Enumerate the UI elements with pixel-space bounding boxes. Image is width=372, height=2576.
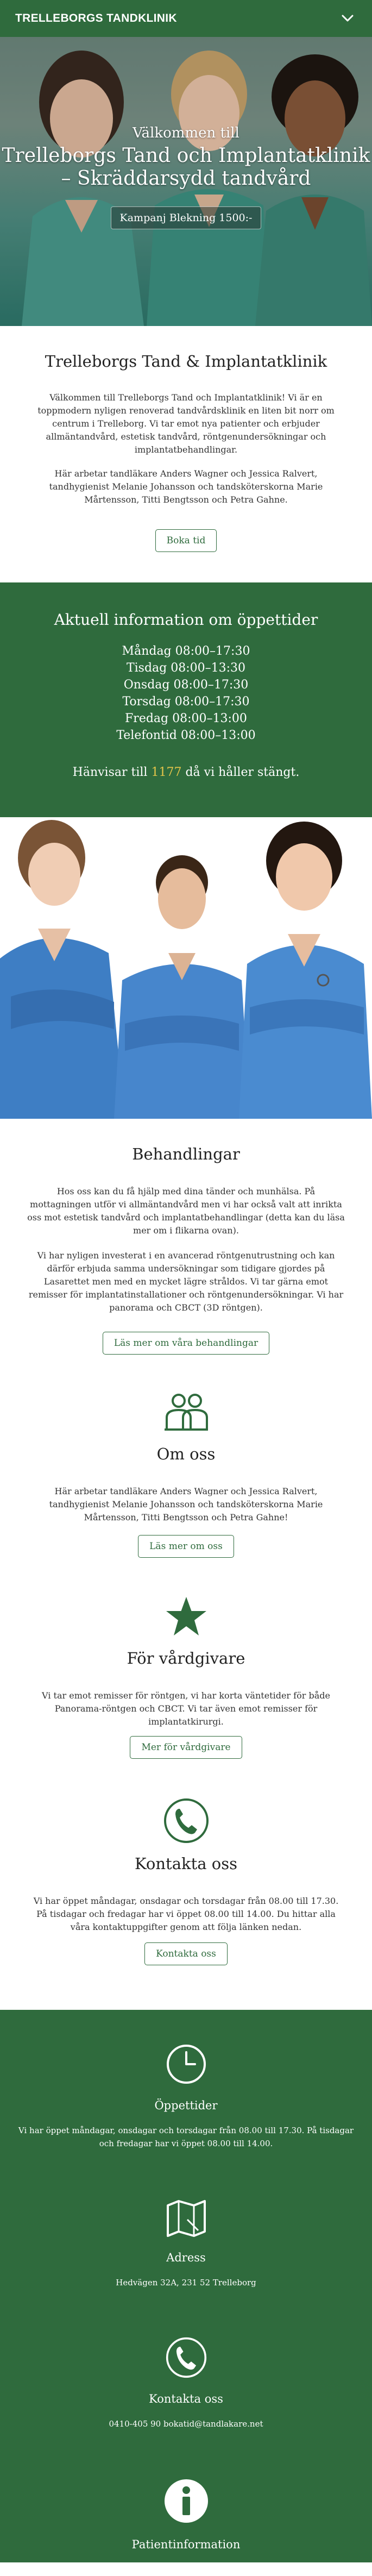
treatments-heading: Behandlingar	[132, 1145, 240, 1163]
footer: Öppettider Vi har öppet måndagar, onsdag…	[0, 2010, 372, 2574]
people-icon	[164, 1394, 208, 1431]
footer-contact-title: Kontakta oss	[149, 2392, 223, 2405]
treatments-section: Behandlingar Hos oss kan du få hjälp med…	[0, 1119, 372, 1355]
phone-1177-link[interactable]: 1177	[151, 766, 181, 779]
menu-toggle-button[interactable]	[338, 9, 357, 28]
hero-title-line2: – Skräddarsydd tandvård	[61, 167, 311, 190]
hours-list: Måndag 08:00–17:30 Tisdag 08:00–13:30 On…	[11, 643, 361, 744]
caregivers-heading: För vårdgivare	[127, 1649, 245, 1668]
caregivers-text: Vi tar emot remisser för röntgen, vi har…	[42, 1690, 330, 1727]
chevron-down-icon	[342, 15, 354, 22]
intro-heading: Trelleborgs Tand & Implantatklinik	[45, 352, 327, 371]
hours-line: Fredag 08:00–13:00	[125, 712, 247, 725]
contact-button[interactable]: Kontakta oss	[144, 1942, 228, 1965]
site-brand[interactable]: TRELLEBORGS TANDKLINIK	[15, 12, 177, 25]
caregivers-section: För vårdgivare Vi tar emot remisser för …	[0, 1558, 372, 1759]
hours-line: Onsdag 08:00–17:30	[123, 678, 249, 692]
closed-note: Hänvisar till 1177 då vi håller stängt.	[11, 766, 361, 779]
footer-address-text: Hedvägen 32A, 231 52 Trelleborg	[116, 2278, 256, 2287]
closed-note-before: Hänvisar till	[72, 766, 152, 779]
footer-patient-info-title: Patientinformation	[131, 2538, 241, 2551]
contact-section: Kontakta oss Vi har öppet måndagar, onsd…	[0, 1759, 372, 2010]
about-read-more-button[interactable]: Läs mer om oss	[138, 1535, 234, 1558]
intro-paragraph-2: Här arbetar tandläkare Anders Wagner och…	[49, 468, 323, 505]
contact-text: Vi har öppet måndagar, onsdagar och tors…	[33, 1896, 339, 1932]
closed-note-after: då vi håller stängt.	[181, 766, 300, 779]
about-heading: Om oss	[156, 1445, 216, 1463]
about-text: Här arbetar tandläkare Anders Wagner och…	[49, 1486, 323, 1522]
intro-paragraph-1: Välkommen till Trelleborgs Tand och Impl…	[37, 392, 335, 455]
top-bar: TRELLEBORGS TANDKLINIK	[0, 0, 372, 37]
caregivers-more-button[interactable]: Mer för vårdgivare	[130, 1736, 242, 1759]
patient-info-link[interactable]: Läs mer om vår Patientinformation här >>	[16, 2563, 356, 2576]
contact-heading: Kontakta oss	[135, 1854, 237, 1873]
hero-welcome-text: Välkommen till	[133, 125, 239, 141]
footer-contact-text[interactable]: 0410-405 90 bokatid@tandlakare.net	[16, 2417, 356, 2430]
footer-opening-hours: Öppettider Vi har öppet måndagar, onsdag…	[16, 2044, 356, 2150]
opening-hours-section: Aktuell information om öppettider Måndag…	[0, 582, 372, 817]
team-photo	[0, 817, 372, 1119]
hours-line: Tisdag 08:00–13:30	[126, 661, 246, 675]
footer-opening-hours-title: Öppettider	[154, 2099, 218, 2112]
clock-icon	[166, 2045, 206, 2084]
footer-address: Adress Hedvägen 32A, 231 52 Trelleborg	[16, 2198, 356, 2289]
treatments-paragraph-2: Vi har nyligen investerat i en avancerad…	[28, 1250, 344, 1313]
hero-section: Välkommen till Trelleborgs Tand och Impl…	[0, 37, 372, 326]
campaign-button[interactable]: Kampanj Blekning 1500:-	[110, 206, 262, 229]
intro-section: Trelleborgs Tand & Implantatklinik Välko…	[0, 326, 372, 582]
hours-line: Torsdag 08:00–17:30	[122, 695, 250, 709]
treatments-paragraph-1: Hos oss kan du få hjälp med dina tänder …	[27, 1186, 345, 1236]
phone-icon	[166, 2337, 206, 2378]
book-appointment-button[interactable]: Boka tid	[155, 529, 217, 552]
map-icon	[166, 2200, 206, 2237]
phone-icon	[163, 1798, 209, 1843]
about-section: Om oss Här arbetar tandläkare Anders Wag…	[0, 1355, 372, 1558]
treatments-read-more-button[interactable]: Läs mer om våra behandlingar	[102, 1332, 270, 1355]
footer-address-title: Adress	[166, 2251, 206, 2264]
hours-line: Måndag 08:00–17:30	[122, 644, 250, 658]
footer-opening-hours-text: Vi har öppet måndagar, onsdagar och tors…	[18, 2126, 354, 2148]
team-photo-illustration	[0, 820, 372, 1119]
info-icon	[164, 2479, 208, 2523]
footer-patient-info: Patientinformation Läs mer om vår Patien…	[16, 2478, 356, 2576]
hero-title-line1: Trelleborgs Tand och Implantatklinik	[2, 145, 370, 167]
hours-heading: Aktuell information om öppettider	[54, 611, 318, 629]
hours-line: Telefontid 08:00–13:00	[116, 729, 256, 742]
footer-contact: Kontakta oss 0410-405 90 bokatid@tandlak…	[16, 2337, 356, 2430]
star-icon	[166, 1597, 206, 1635]
